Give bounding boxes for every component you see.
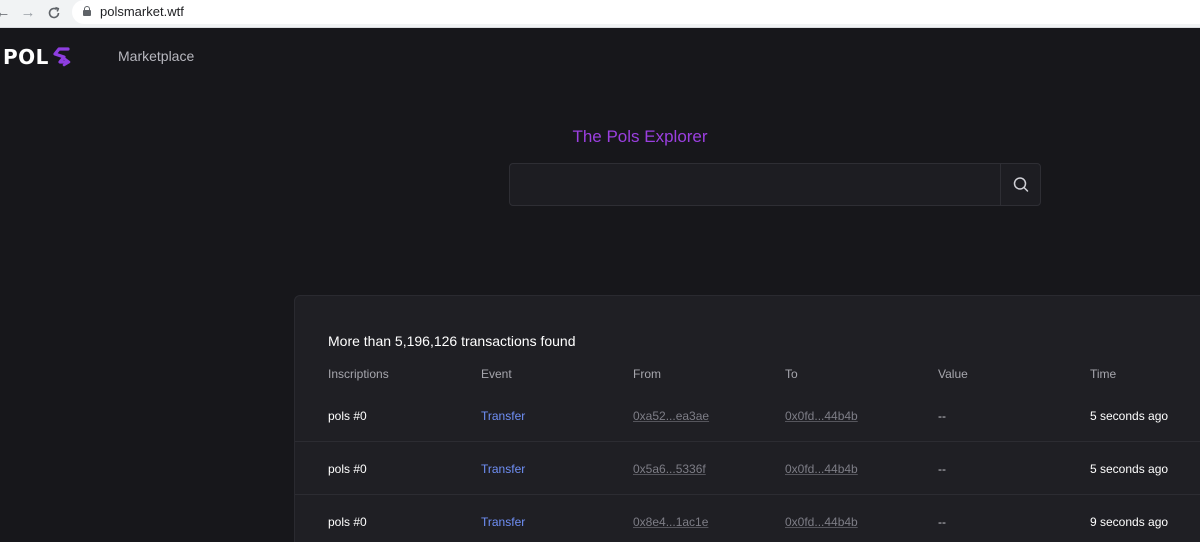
lock-icon [83, 6, 91, 16]
search-icon [1013, 177, 1029, 192]
back-arrow-icon[interactable]: ← [0, 4, 12, 22]
to-address-link[interactable]: 0x0fd...44b4b [785, 462, 858, 476]
time-cell: 5 seconds ago [1090, 462, 1169, 476]
forward-arrow-icon[interactable]: → [19, 4, 37, 22]
row-divider [295, 441, 1200, 442]
reload-icon[interactable] [45, 4, 63, 22]
from-address-link[interactable]: 0x5a6...5336f [633, 462, 706, 476]
address-url[interactable]: polsmarket.wtf [100, 4, 184, 19]
column-to: To [785, 367, 798, 381]
table-header: Inscriptions Event From To Value Time [328, 367, 1200, 387]
event-cell: Transfer [481, 409, 526, 423]
to-address-link[interactable]: 0x0fd...44b4b [785, 409, 858, 423]
app-page: POL Marketplace The Pols Explorer More t… [0, 29, 1200, 542]
pols-logo[interactable]: POL [3, 45, 73, 69]
column-event: Event [481, 367, 512, 381]
inscription-cell[interactable]: pols #0 [328, 409, 367, 423]
event-cell: Transfer [481, 462, 526, 476]
table-row[interactable]: pols #0 Transfer 0x8e4...1ac1e 0x0fd...4… [328, 515, 1200, 535]
to-address-link[interactable]: 0x0fd...44b4b [785, 515, 858, 529]
search-box [509, 163, 1041, 206]
transactions-count: More than 5,196,126 transactions found [328, 333, 576, 349]
column-value: Value [938, 367, 968, 381]
search-button[interactable] [1001, 164, 1041, 205]
transactions-panel: More than 5,196,126 transactions found I… [294, 295, 1200, 542]
page-title: The Pols Explorer [572, 127, 708, 146]
value-cell: -- [938, 409, 946, 423]
value-cell: -- [938, 462, 946, 476]
table-row[interactable]: pols #0 Transfer 0x5a6...5336f 0x0fd...4… [328, 462, 1200, 482]
event-cell: Transfer [481, 515, 526, 529]
logo-text: POL [3, 45, 49, 69]
inscription-cell[interactable]: pols #0 [328, 462, 367, 476]
column-inscriptions: Inscriptions [328, 367, 389, 381]
value-cell: -- [938, 515, 946, 529]
column-from: From [633, 367, 661, 381]
row-divider [295, 494, 1200, 495]
inscription-cell[interactable]: pols #0 [328, 515, 367, 529]
search-input[interactable] [510, 164, 1000, 205]
pols-s-logo-icon [53, 47, 71, 67]
column-time: Time [1090, 367, 1117, 381]
browser-toolbar: ← → polsmarket.wtf [0, 0, 1200, 28]
time-cell: 9 seconds ago [1090, 515, 1169, 529]
address-bar[interactable]: polsmarket.wtf [72, 0, 1200, 24]
from-address-link[interactable]: 0x8e4...1ac1e [633, 515, 708, 529]
time-cell: 5 seconds ago [1090, 409, 1169, 423]
from-address-link[interactable]: 0xa52...ea3ae [633, 409, 709, 423]
table-row[interactable]: pols #0 Transfer 0xa52...ea3ae 0x0fd...4… [328, 409, 1200, 429]
nav-marketplace[interactable]: Marketplace [118, 48, 194, 64]
